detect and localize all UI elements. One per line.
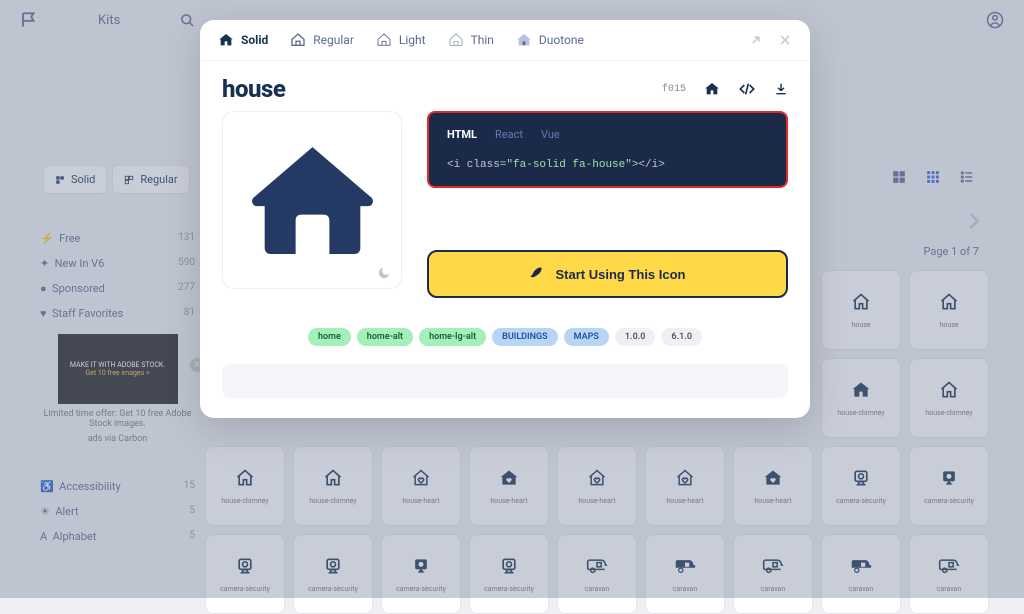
tag[interactable]: home: [308, 328, 351, 346]
code-snippet[interactable]: <i class="fa-solid fa-house"></i>: [447, 159, 768, 171]
rocket-icon: [529, 266, 545, 282]
tab-label: Solid: [241, 33, 268, 47]
tab-duotone[interactable]: Duotone: [516, 32, 584, 48]
code-tab-react[interactable]: React: [495, 128, 523, 141]
tag[interactable]: BUILDINGS: [492, 328, 558, 346]
code-icon[interactable]: [738, 81, 756, 97]
close-icon[interactable]: [778, 33, 792, 47]
modal-footer-bar: [222, 364, 788, 398]
house-light-icon: [376, 32, 392, 48]
tag[interactable]: MAPS: [564, 328, 609, 346]
tag-row: home home-alt home-lg-alt BUILDINGS MAPS 1.0.…: [200, 328, 810, 346]
icon-title: house: [222, 75, 285, 103]
start-using-button[interactable]: Start Using This Icon: [427, 250, 788, 298]
tag[interactable]: home-lg-alt: [419, 328, 486, 346]
tag[interactable]: home-alt: [357, 328, 413, 346]
unicode-label[interactable]: f015: [662, 84, 686, 95]
tag[interactable]: 1.0.0: [615, 328, 656, 346]
house-regular-icon: [290, 32, 306, 48]
preview-home-icon[interactable]: [704, 81, 720, 97]
open-link-icon[interactable]: [749, 33, 763, 47]
tag[interactable]: 6.1.0: [661, 328, 702, 346]
code-snippet-box: HTML React Vue <i class="fa-solid fa-hou…: [427, 111, 788, 188]
tab-solid[interactable]: Solid: [218, 32, 268, 48]
tab-light[interactable]: Light: [376, 32, 426, 48]
download-icon[interactable]: [774, 82, 788, 96]
modal-style-tabs: Solid Regular Light Thin Duotone: [200, 20, 810, 61]
tab-thin[interactable]: Thin: [448, 32, 494, 48]
house-thin-icon: [448, 32, 464, 48]
tab-regular[interactable]: Regular: [290, 32, 354, 48]
icon-modal: Solid Regular Light Thin Duotone: [200, 20, 810, 418]
tab-label: Thin: [471, 33, 494, 47]
house-solid-icon: [218, 32, 234, 48]
tab-label: Duotone: [539, 33, 584, 47]
tab-label: Light: [399, 33, 426, 47]
code-tab-vue[interactable]: Vue: [541, 128, 560, 141]
dark-mode-icon[interactable]: [377, 266, 391, 280]
code-tab-html[interactable]: HTML: [447, 128, 477, 141]
house-duotone-icon: [516, 32, 532, 48]
button-label: Start Using This Icon: [555, 267, 685, 282]
modal-header: house f015: [200, 61, 810, 111]
tab-label: Regular: [313, 33, 354, 47]
icon-preview: [222, 111, 402, 289]
house-icon-large: [245, 133, 380, 268]
